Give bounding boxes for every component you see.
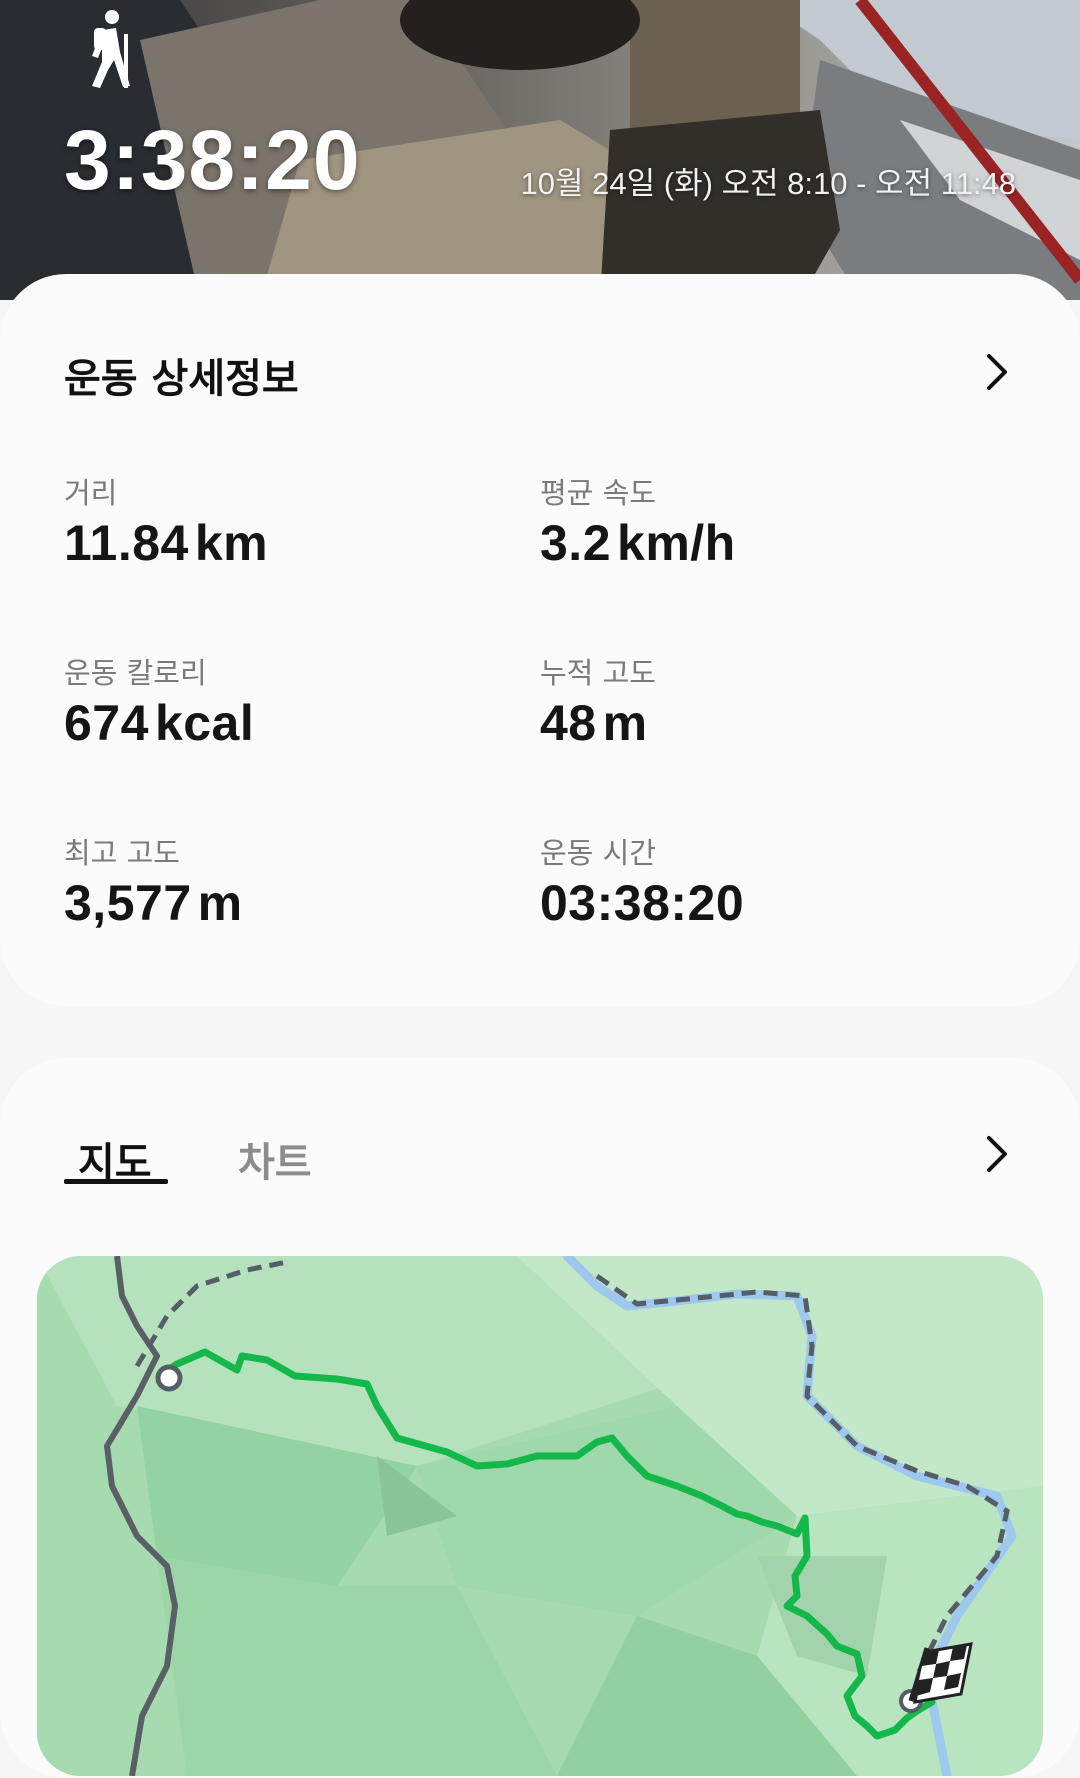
stat-label-max-altitude: 최고 고도: [64, 836, 180, 870]
stat-value-calories: 674 kcal: [64, 695, 255, 751]
hero-photo: 3:38:20 10월 24일 (화) 오전 8:10 - 오전 11:48: [0, 0, 1080, 300]
stat-label-calories: 운동 칼로리: [64, 656, 207, 690]
workout-date-range: 10월 24일 (화) 오전 8:10 - 오전 11:48: [520, 166, 1016, 201]
details-title: 운동 상세정보: [64, 356, 299, 402]
hiking-icon: [92, 10, 130, 88]
stat-label-workout-time: 운동 시간: [540, 836, 656, 870]
map-canvas: [37, 1256, 1043, 1776]
start-point-icon[interactable]: [155, 1364, 183, 1392]
stat-label-avg-speed: 평균 속도: [540, 476, 656, 510]
stat-value-elevation-gain: 48 m: [540, 695, 648, 751]
workout-duration: 3:38:20: [64, 113, 361, 207]
tab-chart[interactable]: 차트: [238, 1130, 312, 1188]
tab-map-indicator: [64, 1179, 168, 1184]
stat-label-distance: 거리: [64, 476, 118, 510]
stat-value-workout-time: 03:38:20: [540, 875, 745, 931]
stat-value-avg-speed: 3.2 km/h: [540, 515, 736, 571]
route-map[interactable]: [37, 1256, 1043, 1776]
stat-label-elevation-gain: 누적 고도: [540, 656, 656, 690]
stat-value-distance: 11.84 km: [64, 515, 269, 571]
details-chevron-right-icon[interactable]: [981, 352, 1011, 392]
map-chevron-right-icon[interactable]: [981, 1134, 1011, 1174]
stat-value-max-altitude: 3,577 m: [64, 875, 243, 931]
